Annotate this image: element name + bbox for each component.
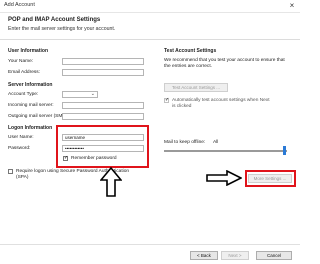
outgoing-server-input[interactable] (62, 113, 144, 120)
user-info-heading: User Information (8, 48, 49, 54)
logon-info-heading: Logon Information (8, 125, 53, 131)
auto-test-label-line1: Automatically test account settings when… (172, 98, 270, 103)
incoming-server-input[interactable] (62, 102, 144, 109)
test-desc-line1: We recommend that you test your account … (164, 58, 285, 63)
annotation-highlight-box (56, 125, 149, 168)
offline-label: Mail to keep offline: (164, 140, 206, 145)
chevron-down-icon: ⌄ (90, 91, 95, 97)
spa-label-line2: (SPA) (16, 175, 29, 180)
email-label: Email Address: (8, 70, 40, 75)
test-desc-line2: the entries are correct. (164, 64, 212, 69)
dialog-title: POP and IMAP Account Settings (8, 17, 101, 23)
auto-test-label-line2: is clicked (172, 104, 192, 109)
cancel-button[interactable]: Cancel (256, 251, 292, 260)
username-label: User Name: (8, 135, 34, 140)
offline-slider-track[interactable] (164, 150, 287, 152)
incoming-server-label: Incoming mail server: (8, 103, 54, 108)
offline-slider-thumb[interactable] (283, 146, 286, 155)
your-name-label: Your Name: (8, 59, 34, 64)
dialog-subtitle: Enter the mail server settings for your … (8, 26, 116, 32)
right-arrow-icon (206, 170, 242, 186)
window-titlebar: Add Account × (0, 0, 300, 13)
spa-checkbox[interactable] (8, 169, 13, 174)
back-button[interactable]: < Back (190, 251, 218, 260)
account-type-select[interactable]: ⌄ (62, 91, 98, 98)
password-label: Password: (8, 146, 31, 151)
next-button[interactable]: Next > (221, 251, 249, 260)
close-icon[interactable]: × (287, 1, 297, 11)
offline-value: All (213, 140, 219, 145)
up-arrow-icon (100, 167, 122, 197)
dialog-footer (0, 244, 300, 264)
dialog-header: POP and IMAP Account Settings Enter the … (0, 13, 300, 40)
annotation-highlight-box-more-settings (245, 170, 296, 187)
account-type-label: Account Type: (8, 92, 39, 97)
email-input[interactable] (62, 69, 144, 76)
auto-test-checkbox[interactable] (164, 97, 169, 103)
test-account-settings-button[interactable]: Test Account Settings ... (164, 83, 228, 92)
window-title: Add Account (4, 2, 35, 8)
server-info-heading: Server Information (8, 82, 53, 88)
test-settings-heading: Test Account Settings (164, 48, 217, 54)
your-name-input[interactable] (62, 58, 144, 65)
